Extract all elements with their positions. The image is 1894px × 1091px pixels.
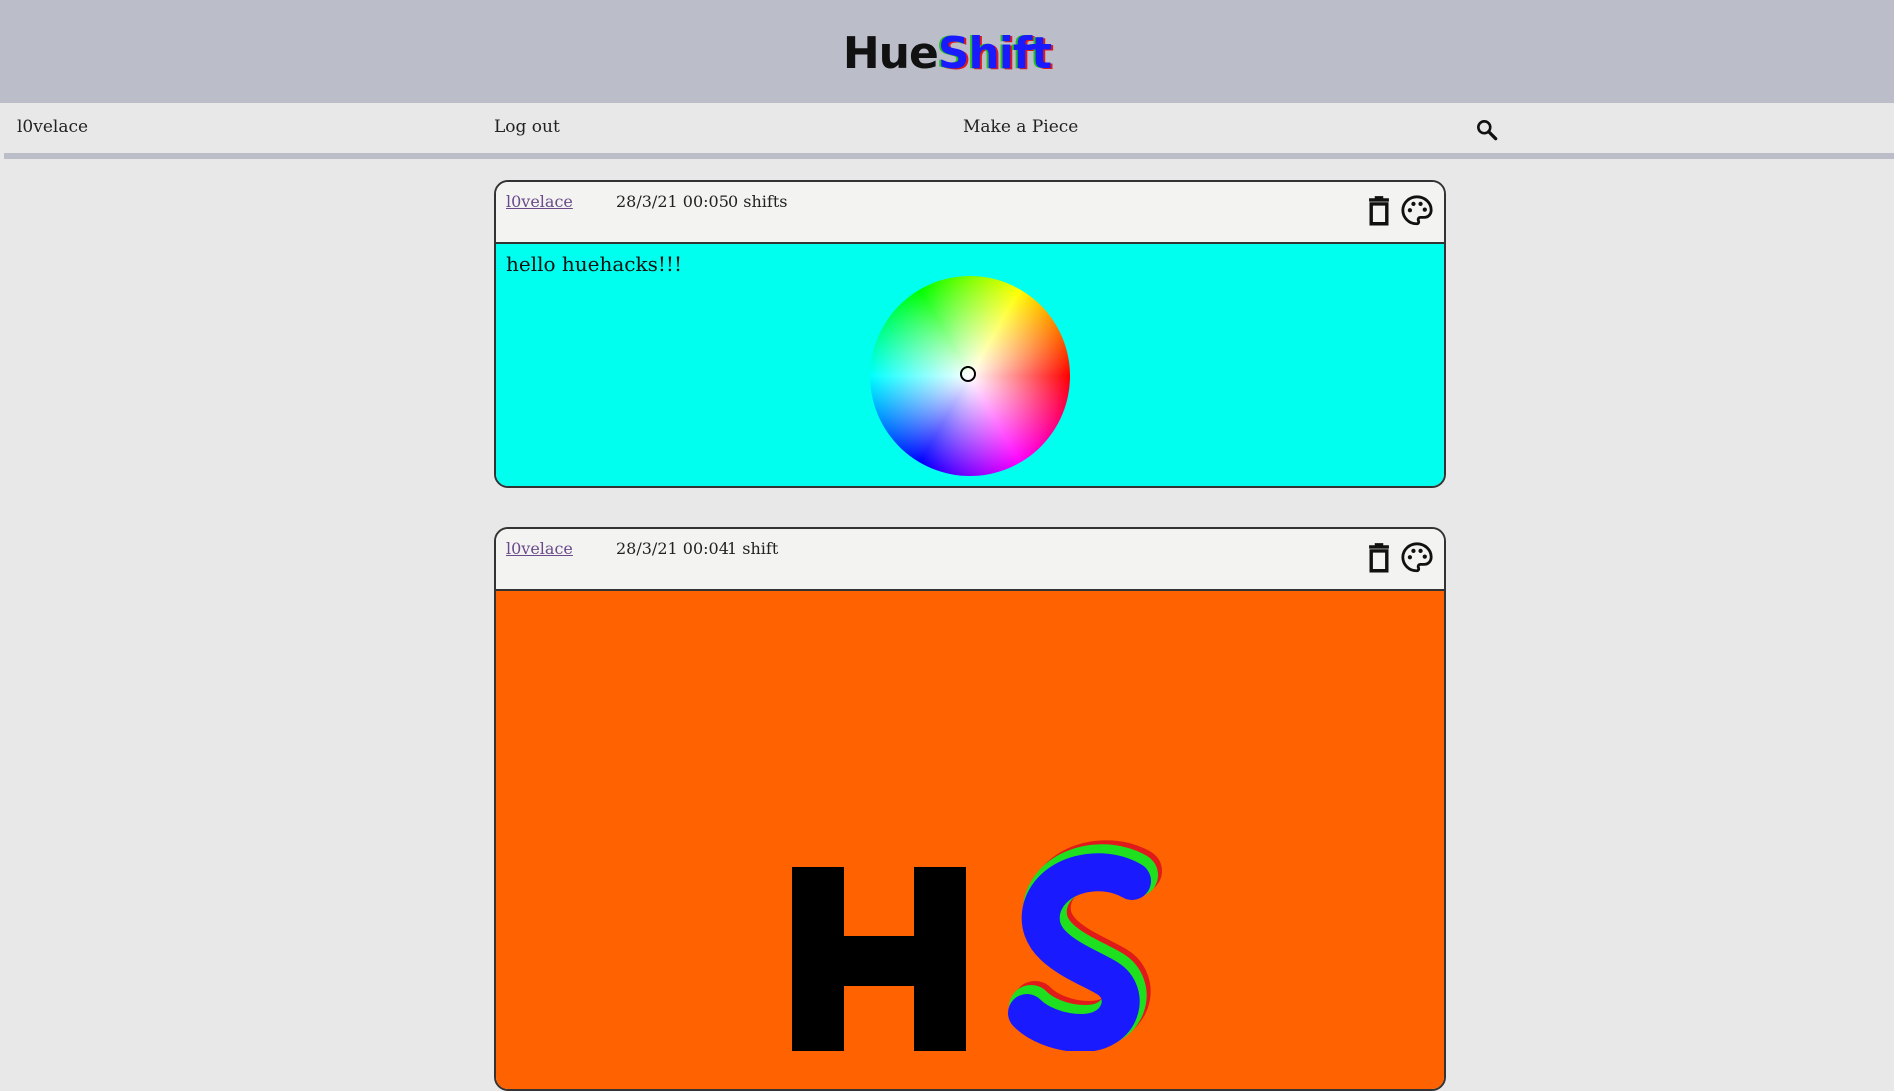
nav-bar: l0velace Log out Make a Piece bbox=[4, 103, 1894, 159]
post-content bbox=[496, 591, 1444, 1089]
post-header: l0velace 28/3/21 00:04 1 shift bbox=[496, 529, 1444, 591]
trash-icon[interactable] bbox=[1362, 541, 1396, 575]
post-author-link[interactable]: l0velace bbox=[506, 192, 573, 211]
logo-hue: Hue bbox=[842, 28, 939, 79]
color-wheel[interactable] bbox=[870, 276, 1070, 476]
app-logo[interactable]: HueShift bbox=[0, 28, 1894, 80]
hueshift-logo-image bbox=[792, 840, 1162, 1051]
search-icon[interactable] bbox=[1474, 117, 1500, 143]
post-header: l0velace 28/3/21 00:05 0 shifts bbox=[496, 182, 1444, 244]
post-text: hello huehacks!!! bbox=[506, 252, 683, 276]
post-card: l0velace 28/3/21 00:05 0 shifts hello hu… bbox=[494, 180, 1446, 488]
post-author-link[interactable]: l0velace bbox=[506, 539, 573, 558]
nav-make-piece-link[interactable]: Make a Piece bbox=[963, 117, 1078, 137]
post-date: 28/3/21 00:04 bbox=[616, 539, 729, 558]
logo-shift: Shift bbox=[937, 28, 1052, 79]
trash-icon[interactable] bbox=[1362, 194, 1396, 228]
post-shift-count: 1 shift bbox=[727, 539, 779, 558]
palette-icon[interactable] bbox=[1400, 194, 1434, 228]
nav-logout-link[interactable]: Log out bbox=[494, 117, 560, 137]
post-card: l0velace 28/3/21 00:04 1 shift bbox=[494, 527, 1446, 1091]
color-wheel-handle[interactable] bbox=[960, 366, 976, 382]
post-date: 28/3/21 00:05 bbox=[616, 192, 729, 211]
palette-icon[interactable] bbox=[1400, 541, 1434, 575]
post-content: hello huehacks!!! bbox=[496, 244, 1444, 486]
header-banner: HueShift bbox=[0, 0, 1894, 103]
post-shift-count: 0 shifts bbox=[728, 192, 788, 211]
nav-user-link[interactable]: l0velace bbox=[17, 117, 88, 137]
